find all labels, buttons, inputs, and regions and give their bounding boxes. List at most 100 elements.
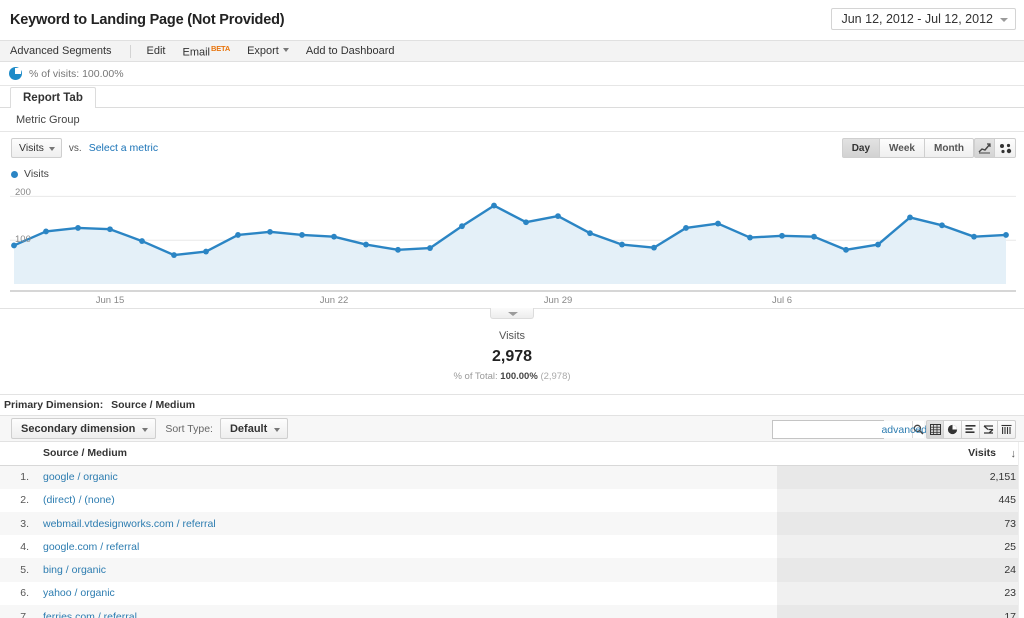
table-header-index [0,442,38,466]
export-button[interactable]: Export [247,45,289,57]
advanced-filter-link[interactable]: advanced [881,424,927,436]
row-source: bing / organic [38,558,777,581]
data-point [267,228,273,235]
table-row: 7. ferries.com / referral 17 [0,605,1024,618]
data-point [1003,232,1009,238]
chart-type-group [974,138,1016,158]
row-index: 5. [20,564,29,577]
granularity-week[interactable]: Week [880,138,925,158]
table-view-icon[interactable] [926,420,944,439]
row-source-link[interactable]: google / organic [43,471,118,483]
row-source: webmail.vtdesignworks.com / referral [38,512,777,535]
tab-report-tab[interactable]: Report Tab [10,87,96,108]
row-source-link[interactable]: ferries.com / referral [43,611,137,618]
line-chart-icon[interactable] [974,138,995,158]
table-right-edge [1018,442,1024,618]
sort-type-dropdown[interactable]: Default [219,418,289,439]
metric-dropdown[interactable]: Visits [11,138,62,158]
email-button[interactable]: EmailBETA [182,44,230,59]
data-point [907,214,913,221]
data-point [139,238,145,244]
data-point [523,219,529,226]
row-visits: 24 [777,558,1024,582]
add-to-dashboard-button[interactable]: Add to Dashboard [306,45,395,57]
data-point [75,225,81,231]
row-source-link[interactable]: yahoo / organic [43,587,115,599]
pie-chart-icon[interactable] [9,67,22,80]
secondary-dimension-label: Secondary dimension [21,423,136,435]
metric-group-row: Metric Group [0,108,1024,132]
row-source-link[interactable]: bing / organic [43,564,106,576]
row-index: 3. [20,517,29,530]
sort-type-value: Default [229,423,268,435]
row-source: google.com / referral [38,535,777,558]
table-search-box[interactable] [772,420,924,439]
performance-view-icon[interactable] [980,420,998,439]
primary-dimension-value[interactable]: Source / Medium [111,399,195,411]
table-row: 5. bing / organic 24 [0,558,1024,582]
pct-of-total-abs: (2,978) [540,371,571,382]
chart-plot-area[interactable] [10,184,1016,294]
metric-selector-row: Visits vs. Select a metric Day Week Mont… [0,132,1024,164]
summary-pct-of-total: % of Total: 100.00% (2,978) [0,371,1024,382]
summary-metric-name: Visits [498,330,526,342]
row-source-link[interactable]: webmail.vtdesignworks.com / referral [43,518,216,530]
visits-chart[interactable]: 200 100 [10,184,1016,294]
pivot-view-icon[interactable] [998,420,1016,439]
y-axis-tick-200: 200 [15,187,31,198]
bar-view-icon[interactable] [962,420,980,439]
chart-legend: Visits [0,164,1024,184]
data-point [427,245,433,251]
data-point [491,202,497,209]
data-point [779,232,785,239]
pie-view-icon[interactable] [944,420,962,439]
chevron-down-icon [282,48,289,52]
motion-chart-icon[interactable] [995,138,1016,158]
table-row: 3. webmail.vtdesignworks.com / referral 73 [0,511,1024,536]
select-a-metric-link[interactable]: Select a metric [89,142,158,154]
data-point [683,225,689,231]
x-axis-tick: Jul 6 [771,295,793,306]
legend-dot-icon [11,170,18,178]
table-row: 2. (direct) / (none) 445 [0,488,1024,512]
summary-metric-value: 2,978 [491,348,533,365]
row-visits: 23 [777,581,1024,606]
advanced-segments-button[interactable]: Advanced Segments [10,45,112,57]
row-source: google / organic [38,465,777,488]
data-point [843,246,849,253]
row-source-link[interactable]: (direct) / (none) [43,494,115,506]
table-header-visits[interactable]: Visits ↓ [777,442,1024,466]
edit-button[interactable]: Edit [147,45,166,57]
granularity-month[interactable]: Month [925,138,974,158]
date-range-label: Jun 12, 2012 - Jul 12, 2012 [841,12,993,26]
area-fill [14,205,1006,284]
table-row: 6. yahoo / organic 23 [0,581,1024,606]
table-view-group [926,420,1016,439]
table-header-source[interactable]: Source / Medium [38,442,777,466]
page-header: Keyword to Landing Page (Not Provided) J… [0,0,1024,41]
data-point [363,241,369,248]
granularity-day[interactable]: Day [841,138,881,158]
primary-dimension-row: Primary Dimension: Source / Medium [0,395,1024,415]
table-row: 1. google / organic 2,151 [0,465,1024,489]
table-header-visits-label: Visits [968,447,996,460]
row-source: ferries.com / referral [38,605,777,618]
email-label: Email [182,46,210,59]
data-point [235,232,241,238]
date-range-selector[interactable]: Jun 12, 2012 - Jul 12, 2012 [831,8,1016,30]
row-source-link[interactable]: google.com / referral [43,541,139,553]
report-toolbar: Advanced Segments Edit EmailBETA Export … [0,41,1024,62]
data-table: Source / Medium Visits ↓ 1. google / orga… [0,442,1024,618]
table-header-row: Source / Medium Visits ↓ [0,442,1024,466]
collapse-chart-button[interactable] [490,308,534,319]
x-axis-tick: Jun 15 [95,295,125,306]
report-tabstrip: Report Tab [0,86,1024,108]
table-controls-row: Secondary dimension Sort Type: Default a… [0,415,1024,442]
beta-badge: BETA [211,43,231,53]
row-visits: 445 [777,488,1024,512]
metric-dropdown-label: Visits [19,142,44,154]
row-index: 2. [20,494,29,507]
data-point [651,244,657,251]
data-point [971,233,977,240]
secondary-dimension-dropdown[interactable]: Secondary dimension [11,418,157,439]
